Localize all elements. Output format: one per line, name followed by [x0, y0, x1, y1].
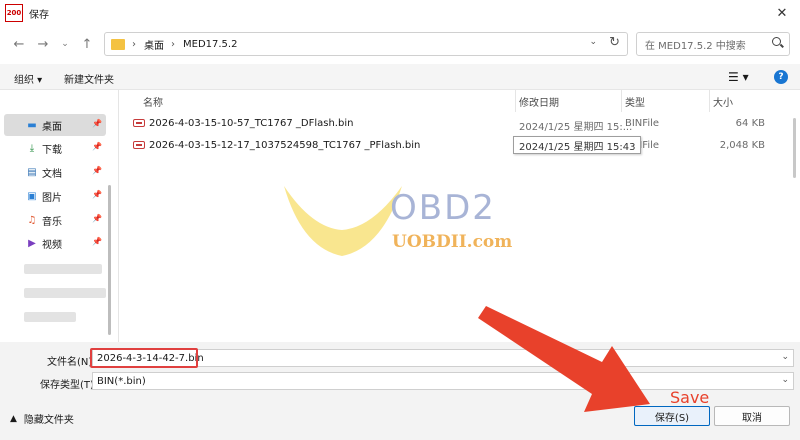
help-icon: ?: [778, 72, 784, 82]
column-header-type[interactable]: 类型: [625, 94, 645, 109]
close-icon: ✕: [776, 5, 788, 21]
download-icon: ⤓: [29, 142, 35, 154]
pin-icon: 📌: [92, 214, 102, 223]
app-logo-icon: 200: [5, 4, 23, 22]
picture-icon: ▣: [27, 190, 37, 202]
blurred-item: [24, 288, 106, 298]
file-name: 2026-4-03-15-12-17_1037524598_TC1767 _PF…: [149, 140, 421, 151]
navigation-bar: ← → ⌄ ↑ › 桌面 › MED17.5.2 ⌄ ↻ 在 MED17.5.2…: [0, 26, 800, 64]
new-folder-button[interactable]: 新建文件夹: [64, 71, 114, 86]
sidebar-item-desktop[interactable]: ▬ 桌面 📌: [4, 114, 106, 136]
arrow-up-icon: ↑: [81, 36, 93, 52]
hide-folders-toggle[interactable]: ▲ 隐藏文件夹: [10, 411, 74, 427]
organize-button[interactable]: 组织 ▾: [14, 71, 42, 86]
pin-icon: 📌: [92, 190, 102, 199]
sidebar-item-music[interactable]: ♫ 音乐 📌: [4, 209, 106, 231]
watermark-brand: OBD2: [390, 188, 496, 228]
file-type: BINFile: [625, 118, 660, 129]
file-size: 64 KB: [735, 118, 765, 129]
breadcrumb-separator-icon: ›: [132, 38, 136, 50]
sidebar-item-label: 视频: [42, 239, 62, 251]
column-header-size[interactable]: 大小: [713, 94, 733, 109]
window-title: 保存: [29, 9, 49, 21]
close-button[interactable]: ✕: [770, 3, 794, 23]
address-bar[interactable]: › 桌面 › MED17.5.2 ⌄ ↻: [104, 32, 628, 56]
bin-file-icon: [133, 119, 145, 127]
column-header-date[interactable]: 修改日期: [519, 94, 559, 109]
breadcrumb-item[interactable]: 桌面: [144, 37, 164, 52]
arrow-right-icon: →: [37, 36, 49, 52]
watermark-site: UOBDII.com: [392, 232, 513, 252]
column-header-name[interactable]: 名称: [143, 94, 163, 109]
file-size: 2,048 KB: [719, 140, 765, 151]
search-placeholder: 在 MED17.5.2 中搜索: [645, 40, 746, 52]
sidebar-item-pictures[interactable]: ▣ 图片 📌: [4, 185, 106, 207]
cancel-button-label: 取消: [742, 412, 762, 424]
sidebar-item-label: 音乐: [42, 216, 62, 228]
chevron-down-icon[interactable]: ⌄: [781, 352, 789, 362]
filetype-value: BIN(*.bin): [97, 375, 146, 387]
blurred-item: [24, 264, 102, 274]
pin-icon: 📌: [92, 142, 102, 151]
date-tooltip: 2024/1/25 星期四 15:43: [513, 136, 642, 154]
recent-locations-button[interactable]: ⌄: [56, 35, 74, 53]
file-name: 2026-4-03-15-10-57_TC1767 _DFlash.bin: [149, 118, 354, 129]
table-row[interactable]: 2026-4-03-15-10-57_TC1767 _DFlash.bin 20…: [129, 113, 775, 135]
list-view-icon[interactable]: ☰ ▾: [728, 70, 749, 84]
folder-icon: [111, 38, 125, 50]
chevron-down-icon[interactable]: ⌄: [781, 375, 789, 385]
help-button[interactable]: ?: [774, 70, 788, 84]
filename-label: 文件名(N):: [47, 357, 96, 368]
pin-icon: 📌: [92, 166, 102, 175]
desktop-icon: ▬: [27, 119, 37, 131]
music-icon: ♫: [27, 214, 37, 226]
refresh-icon[interactable]: ↻: [609, 35, 620, 50]
sidebar-scrollbar[interactable]: [108, 185, 111, 335]
save-button[interactable]: 保存(S): [634, 406, 710, 426]
sidebar-item-downloads[interactable]: ⤓ 下载 📌: [4, 137, 106, 159]
filename-highlight: [90, 348, 198, 368]
pin-icon: 📌: [92, 237, 102, 246]
sidebar-item-label: 文档: [42, 168, 62, 180]
search-input[interactable]: 在 MED17.5.2 中搜索: [636, 32, 790, 56]
forward-button[interactable]: →: [34, 35, 52, 53]
navigation-pane: ▬ 桌面 📌 ⤓ 下载 📌 ▤ 文档 📌 ▣ 图片 📌 ♫ 音乐 📌 ▶ 视频 …: [0, 90, 118, 342]
sidebar-item-documents[interactable]: ▤ 文档 📌: [4, 161, 106, 183]
cancel-button[interactable]: 取消: [714, 406, 790, 426]
title-bar: 200 保存 ✕: [0, 0, 800, 26]
command-toolbar: 组织 ▾ 新建文件夹 ☰ ▾ ?: [0, 64, 800, 90]
sidebar-item-label: 图片: [42, 192, 62, 204]
address-dropdown-icon[interactable]: ⌄: [589, 37, 597, 47]
document-icon: ▤: [27, 166, 37, 178]
file-date: 2024/1/25 星期四 15:...: [519, 122, 633, 133]
column-divider[interactable]: [621, 90, 622, 112]
table-row[interactable]: 2026-4-03-15-12-17_1037524598_TC1767 _PF…: [129, 135, 775, 157]
blurred-item: [24, 312, 76, 322]
sidebar-item-videos[interactable]: ▶ 视频 📌: [4, 232, 106, 254]
chevron-down-icon: ⌄: [61, 39, 69, 49]
column-divider[interactable]: [709, 90, 710, 112]
column-divider[interactable]: [515, 90, 516, 112]
sidebar-item-label: 下载: [42, 144, 62, 156]
breadcrumb-item[interactable]: MED17.5.2: [183, 39, 237, 50]
bin-file-icon: [133, 141, 145, 149]
search-icon: [772, 37, 781, 46]
video-icon: ▶: [28, 237, 36, 249]
save-button-label: 保存(S): [654, 412, 690, 424]
pin-icon: 📌: [92, 119, 102, 128]
up-button[interactable]: ↑: [78, 35, 96, 53]
breadcrumb-separator-icon: ›: [171, 38, 175, 50]
hide-folders-label: 隐藏文件夹: [23, 415, 74, 426]
arrow-left-icon: ←: [13, 36, 25, 52]
back-button[interactable]: ←: [10, 35, 28, 53]
filetype-label: 保存类型(T):: [40, 380, 98, 391]
chevron-up-icon: ▲: [10, 413, 17, 424]
sidebar-item-label: 桌面: [42, 121, 62, 133]
file-list-scrollbar[interactable]: [793, 118, 796, 178]
save-annotation: Save: [670, 388, 710, 407]
